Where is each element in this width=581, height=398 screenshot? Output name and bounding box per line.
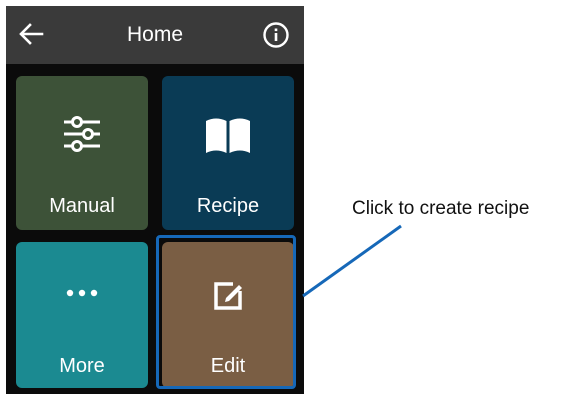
more-label: More — [59, 355, 105, 377]
recipe-label: Recipe — [196, 195, 260, 217]
edit-icon — [214, 282, 242, 310]
recipe-tile[interactable]: Recipe — [162, 76, 294, 230]
book-icon — [206, 118, 250, 153]
device-screen: Home Manual Recipe More Edit — [6, 6, 304, 394]
callout-text: Click to create recipe — [352, 198, 530, 219]
manual-label: Manual — [49, 195, 115, 217]
ellipsis-icon — [66, 289, 98, 297]
more-tile[interactable]: More — [16, 242, 148, 388]
edit-tile[interactable]: Edit — [162, 242, 294, 388]
edit-label: Edit — [210, 355, 246, 377]
top-bar: Home — [6, 6, 304, 64]
sliders-icon — [64, 116, 100, 152]
manual-tile[interactable]: Manual — [16, 76, 148, 230]
page-title: Home — [126, 23, 184, 46]
info-icon[interactable] — [262, 21, 290, 49]
